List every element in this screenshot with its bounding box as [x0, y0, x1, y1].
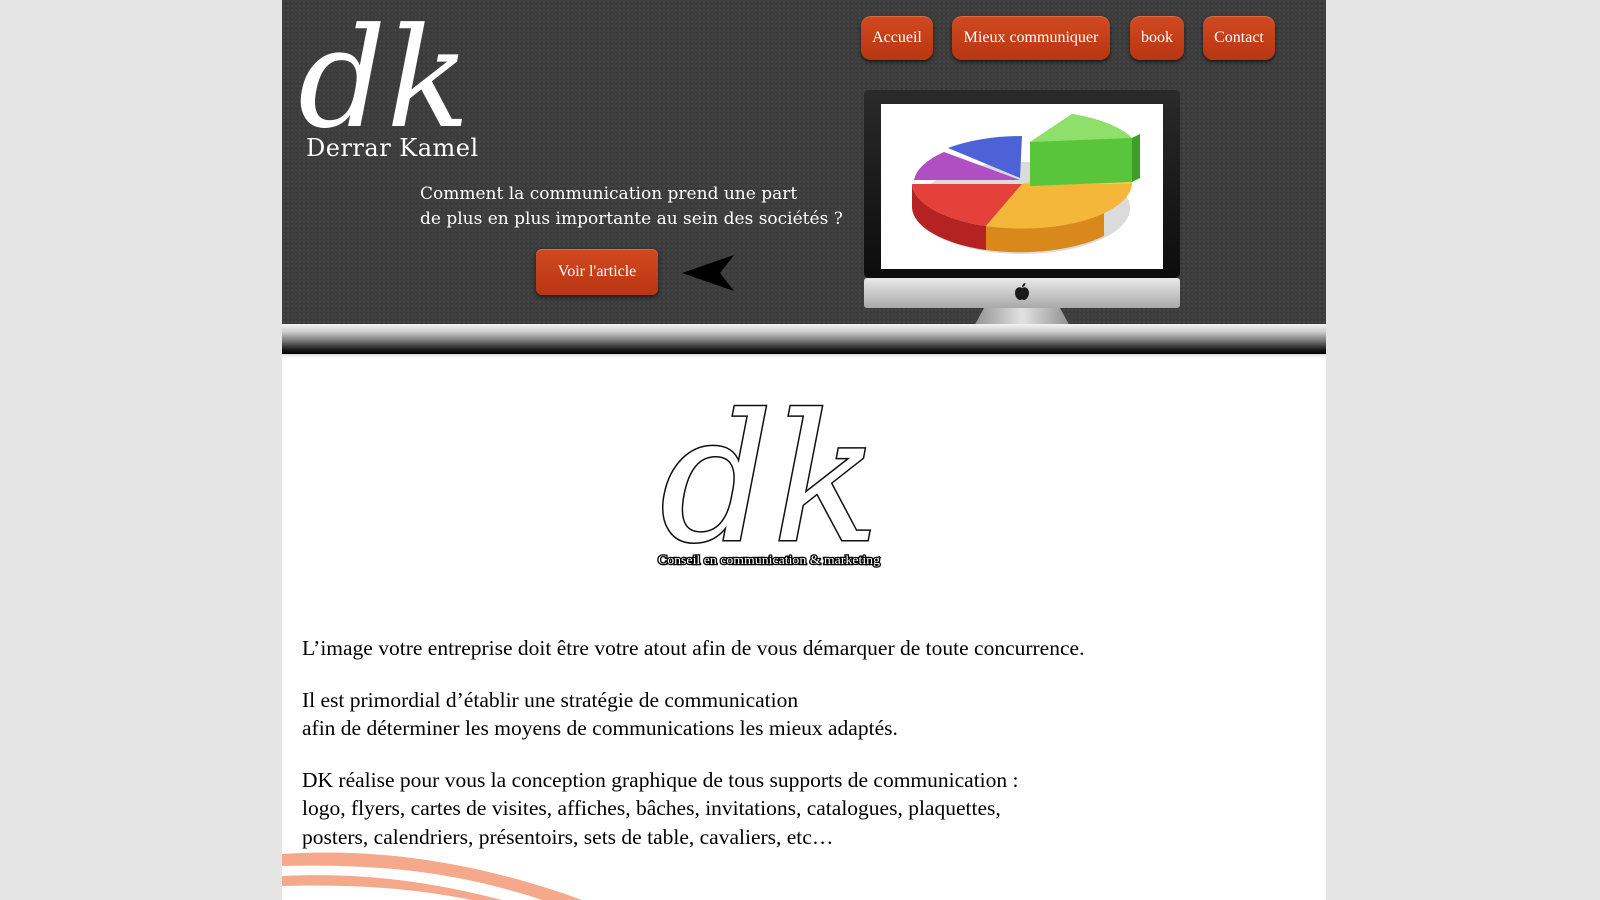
- page: dk Derrar Kamel Comment la communication…: [282, 0, 1326, 900]
- nav-item-accueil[interactable]: Accueil: [861, 16, 933, 60]
- nav-item-mieux-communiquer[interactable]: Mieux communiquer: [952, 16, 1110, 60]
- paragraph-2-line-2: afin de déterminer les moyens de communi…: [302, 716, 898, 740]
- read-article-button[interactable]: Voir l'article: [536, 249, 658, 295]
- center-logo: dk Conseil en communication & marketing: [657, 378, 882, 572]
- content-paragraph-1: L’image votre entreprise doit être votre…: [302, 634, 1302, 663]
- header-shelf: [282, 324, 1326, 354]
- paragraph-3-line-1: DK réalise pour vous la conception graph…: [302, 767, 1019, 792]
- main-nav: Accueil Mieux communiquer book Contact: [282, 16, 1326, 62]
- arrow-left-icon: [682, 255, 734, 291]
- paragraph-1-text: L’image votre entreprise doit être votre…: [302, 636, 1085, 660]
- tagline-line-1: Comment la communication prend une part: [420, 184, 798, 204]
- header: dk Derrar Kamel Comment la communication…: [282, 0, 1326, 337]
- main-content: L’image votre entreprise doit être votre…: [302, 634, 1302, 874]
- paragraph-2-line-1: Il est primordial d’établir une stratégi…: [302, 687, 799, 712]
- content-paragraph-2: Il est primordial d’établir une stratégi…: [302, 686, 1302, 743]
- center-logo-monogram: dk: [660, 378, 879, 572]
- tagline-line-2: de plus en plus importante au sein des s…: [420, 209, 843, 229]
- nav-item-contact[interactable]: Contact: [1203, 16, 1275, 60]
- nav-item-book[interactable]: book: [1130, 16, 1184, 60]
- content-paragraph-3: DK réalise pour vous la conception graph…: [302, 766, 1302, 852]
- hero-tagline: Comment la communication prend une part …: [420, 182, 860, 232]
- center-logo-subtitle: Conseil en communication & marketing: [658, 552, 881, 567]
- decorative-swoosh: [282, 852, 582, 900]
- paragraph-3-line-2: logo, flyers, cartes de visites, affiche…: [302, 796, 1001, 820]
- shelf-shadow: [282, 354, 1326, 358]
- brand-name: Derrar Kamel: [306, 134, 479, 162]
- monitor-illustration: [864, 90, 1180, 337]
